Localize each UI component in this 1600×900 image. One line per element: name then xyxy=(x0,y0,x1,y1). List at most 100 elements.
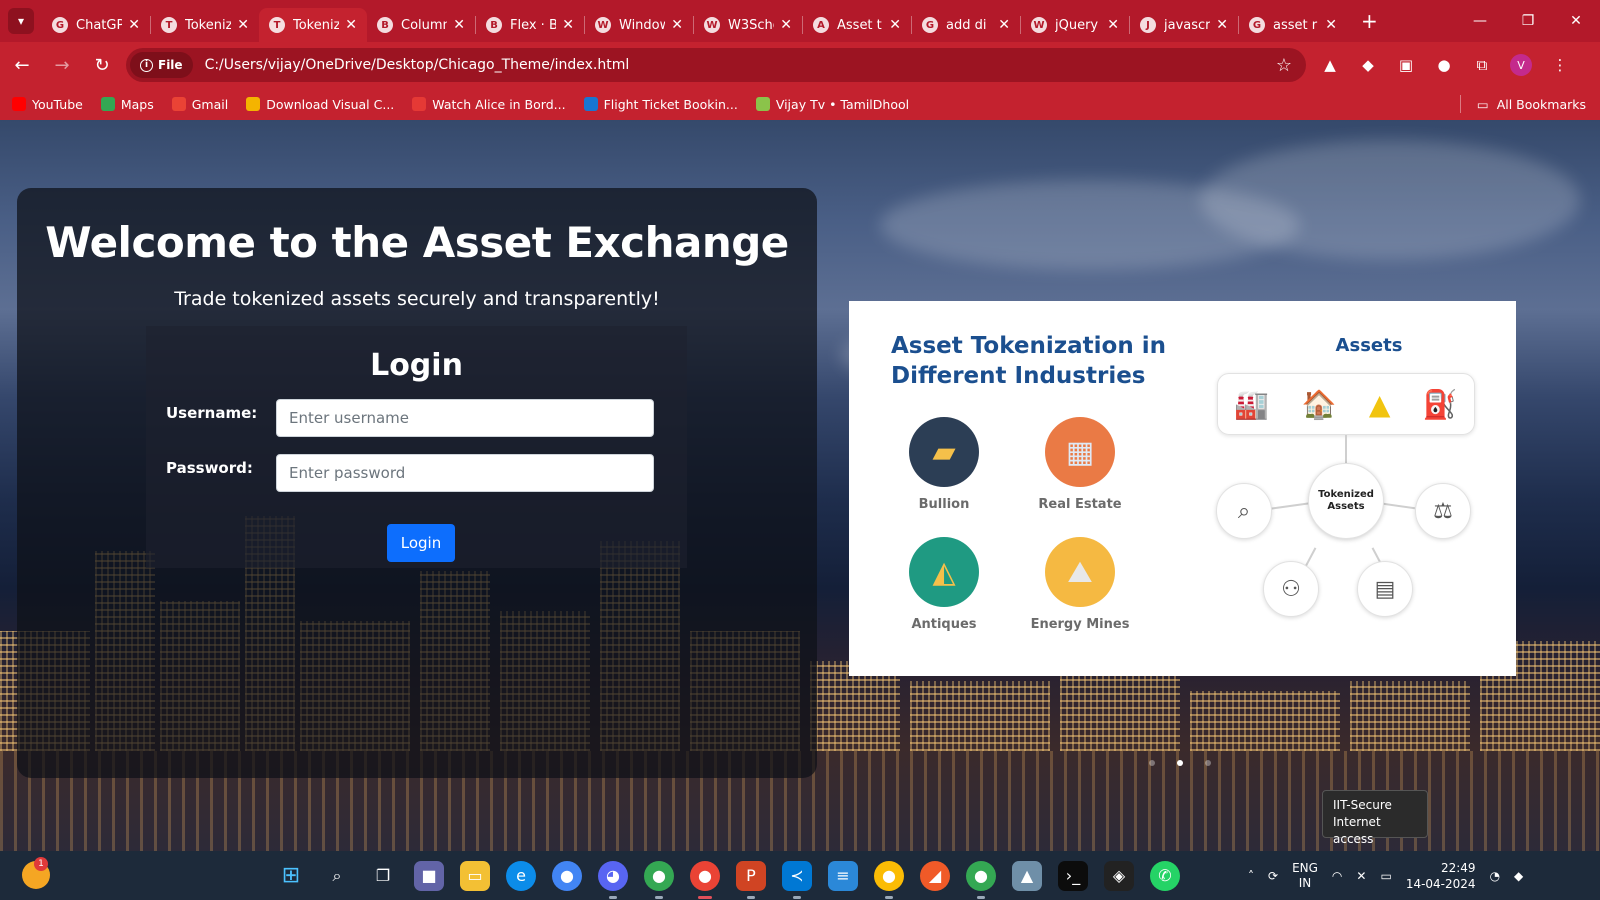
industry-bullion: ▰ Bullion xyxy=(884,417,1004,512)
alienware-icon[interactable]: ◈ xyxy=(1104,860,1134,891)
wifi-icon[interactable]: ◠ xyxy=(1332,869,1342,883)
search-icon[interactable]: ⌕ xyxy=(322,861,352,891)
close-tab-icon[interactable]: ✕ xyxy=(998,17,1010,33)
tab-javascript[interactable]: Jjavascri ✕ xyxy=(1130,8,1238,42)
terminal-icon[interactable]: ›_ xyxy=(1058,860,1088,891)
whatsapp-icon[interactable]: ✆ xyxy=(1150,860,1180,891)
tab-title: asset r xyxy=(1273,17,1318,33)
industry-antiques: ◭ Antiques xyxy=(884,537,1004,632)
all-bookmarks-button[interactable]: ▭ All Bookmarks xyxy=(1459,95,1586,113)
vscode-icon[interactable]: ≺ xyxy=(782,860,812,899)
tab-search-icon[interactable]: ▾ xyxy=(8,8,34,34)
minimize-icon[interactable]: — xyxy=(1456,0,1504,42)
tab-tokenization-1[interactable]: T Tokenization ✕ xyxy=(151,8,259,42)
reload-icon[interactable]: ↻ xyxy=(84,47,120,83)
url-text[interactable]: C:/Users/vijay/OneDrive/Desktop/Chicago_… xyxy=(205,57,630,73)
shield-extension-icon[interactable]: ◆ xyxy=(1358,55,1378,75)
chrome-icon[interactable]: ● xyxy=(552,860,582,891)
edge-icon[interactable]: e xyxy=(506,860,536,891)
close-tab-icon[interactable]: ✕ xyxy=(237,17,249,33)
chrome-dev-icon[interactable]: ● xyxy=(874,860,904,899)
tab-title: jQuery xyxy=(1055,17,1099,33)
cloud-extension-icon[interactable]: ● xyxy=(1434,55,1454,75)
bookmark-gmail[interactable]: Gmail xyxy=(171,97,228,112)
tab-tokenization-active[interactable]: T Tokenization ✕ xyxy=(259,8,367,42)
powerpoint-icon[interactable]: P xyxy=(736,860,766,899)
login-button[interactable]: Login xyxy=(387,524,455,562)
notepad-icon[interactable]: ≡ xyxy=(828,860,858,891)
close-tab-icon[interactable]: ✕ xyxy=(889,17,901,33)
bookmark-star-icon[interactable]: ☆ xyxy=(1276,55,1292,76)
discord-icon[interactable]: ◕ xyxy=(598,860,628,899)
new-tab-icon[interactable]: + xyxy=(1361,9,1378,33)
forward-arrow-icon[interactable]: → xyxy=(44,47,80,83)
chrome-profile-icon[interactable]: ● xyxy=(644,860,674,899)
puzzle-extensions-icon[interactable]: ⧉ xyxy=(1472,55,1492,75)
close-tab-icon[interactable]: ✕ xyxy=(128,17,140,33)
tab-w3schools[interactable]: W W3Schools ✕ xyxy=(694,8,802,42)
back-arrow-icon[interactable]: ← xyxy=(4,47,40,83)
carousel-dot[interactable] xyxy=(1149,760,1155,766)
volume-muted-icon[interactable]: ✕ xyxy=(1356,869,1366,883)
profile-avatar[interactable]: V xyxy=(1510,54,1532,76)
bookmark-flight[interactable]: Flight Ticket Bookin... xyxy=(583,97,738,112)
tab-chatgpt[interactable]: G ChatGPT ✕ xyxy=(42,8,150,42)
chrome-active-icon[interactable]: ● xyxy=(690,860,720,899)
sync-icon[interactable]: ⟳ xyxy=(1268,869,1278,883)
copilot-icon[interactable]: ◆ xyxy=(1514,869,1523,883)
chrome-user-icon[interactable]: ● xyxy=(966,860,996,899)
bookmark-download-visual[interactable]: Download Visual C... xyxy=(246,97,394,112)
username-input[interactable] xyxy=(276,399,654,437)
language-indicator[interactable]: ENG IN xyxy=(1292,861,1318,891)
kebab-menu-icon[interactable]: ⋮ xyxy=(1550,55,1570,75)
system-tray: ˄ ⟳ ENG IN ◠ ✕ ▭ 22:49 14-04-2024 ◔ ◆ xyxy=(1248,851,1523,900)
close-tab-icon[interactable]: ✕ xyxy=(1216,17,1228,33)
password-input[interactable] xyxy=(276,454,654,492)
tab-flex[interactable]: B Flex · B ✕ xyxy=(476,8,584,42)
bookmark-vijay-tv[interactable]: Vijay Tv • TamilDhool xyxy=(755,97,909,112)
tab-window[interactable]: W Window ✕ xyxy=(585,8,693,42)
postman-icon[interactable]: ◢ xyxy=(920,860,950,891)
tab-favicon-icon: T xyxy=(269,17,285,33)
clock[interactable]: 22:49 14-04-2024 xyxy=(1406,860,1476,892)
close-tab-icon[interactable]: ✕ xyxy=(1107,17,1119,33)
windows-start-icon[interactable]: ⊞ xyxy=(276,861,306,891)
scale-icon: ⚖ xyxy=(1415,483,1471,539)
tab-asset[interactable]: A Asset t ✕ xyxy=(803,8,911,42)
close-tab-icon[interactable]: ✕ xyxy=(453,17,465,33)
tab-add-div[interactable]: Gadd di ✕ xyxy=(912,8,1020,42)
meet-icon[interactable]: ■ xyxy=(414,860,444,891)
tooltip-line: IIT-Secure xyxy=(1333,798,1392,812)
bookmark-maps[interactable]: Maps xyxy=(100,97,154,112)
close-tab-icon[interactable]: ✕ xyxy=(562,17,574,33)
file-explorer-icon[interactable]: ▭ xyxy=(460,860,490,891)
close-tab-icon[interactable]: ✕ xyxy=(345,17,357,33)
bookmark-youtube[interactable]: YouTube xyxy=(12,97,83,112)
close-tab-icon[interactable]: ✕ xyxy=(780,17,792,33)
tab-columns[interactable]: B Columns ✕ xyxy=(367,8,475,42)
chevron-up-icon[interactable]: ˄ xyxy=(1248,869,1254,883)
mine-icon: ⛰ xyxy=(1045,537,1115,607)
carousel-dot-active[interactable] xyxy=(1177,760,1183,766)
close-window-icon[interactable]: ✕ xyxy=(1552,0,1600,42)
bookmark-alice[interactable]: Watch Alice in Bord... xyxy=(412,97,566,112)
close-tab-icon[interactable]: ✕ xyxy=(1325,17,1337,33)
asset-types-row: 🏭 🏠 ▲ ⛽ xyxy=(1217,373,1475,435)
task-view-icon[interactable]: ❐ xyxy=(368,861,398,891)
close-tab-icon[interactable]: ✕ xyxy=(671,17,683,33)
tab-favicon-icon: W xyxy=(595,17,611,33)
gmail-icon xyxy=(171,97,186,111)
site-info-chip[interactable]: i File xyxy=(130,52,193,78)
carousel-dot[interactable] xyxy=(1205,760,1211,766)
tab-jquery[interactable]: WjQuery ✕ xyxy=(1021,8,1129,42)
restore-icon[interactable]: ❐ xyxy=(1504,0,1552,42)
translate-extension-icon[interactable]: ▣ xyxy=(1396,55,1416,75)
time-text: 22:49 xyxy=(1440,860,1476,875)
industry-label: Real Estate xyxy=(1038,497,1122,512)
tab-asset-r[interactable]: Gasset r ✕ xyxy=(1239,8,1347,42)
drive-extension-icon[interactable]: ▲ xyxy=(1320,55,1340,75)
address-bar[interactable]: i File C:/Users/vijay/OneDrive/Desktop/Ch… xyxy=(126,48,1306,82)
photos-icon[interactable]: ▲ xyxy=(1012,860,1042,891)
battery-icon[interactable]: ▭ xyxy=(1380,869,1391,883)
notifications-bell-icon[interactable]: ◔ xyxy=(1490,869,1500,883)
